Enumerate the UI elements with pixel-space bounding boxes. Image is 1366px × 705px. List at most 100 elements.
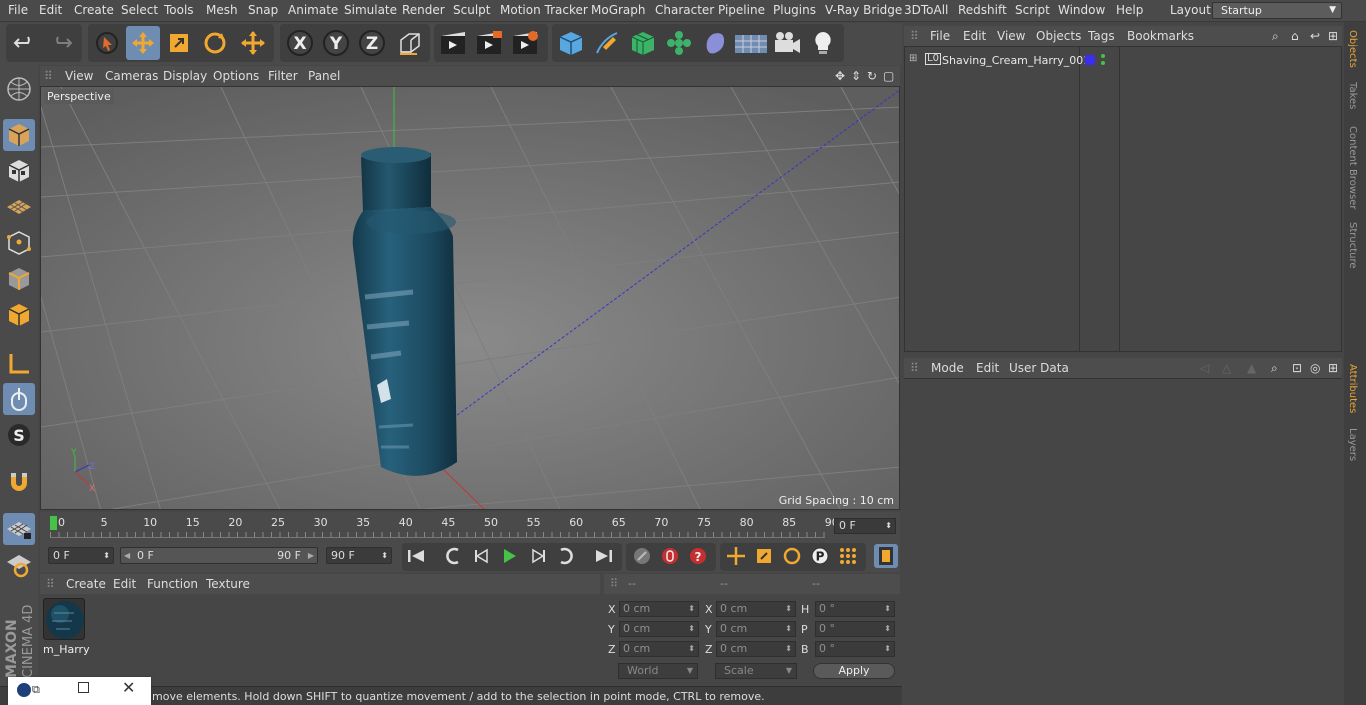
rotate-view-icon[interactable]: ↻	[867, 69, 877, 83]
menu-plugins[interactable]: Plugins	[773, 3, 816, 17]
maximize-icon[interactable]	[78, 682, 89, 693]
workplane-mode-icon[interactable]	[3, 191, 35, 223]
stepper-icon[interactable]: ⬍	[103, 548, 110, 563]
rotate-icon[interactable]	[198, 26, 232, 60]
start-frame-field[interactable]: 0 F ⬍	[48, 547, 114, 564]
range-left-arrow-icon[interactable]: ◀	[124, 548, 130, 563]
key-pla-icon[interactable]	[836, 544, 860, 568]
y-axis-icon[interactable]: Y	[319, 26, 353, 60]
texture-mode-icon[interactable]	[3, 155, 35, 187]
dolly-view-icon[interactable]: ⇕	[851, 69, 861, 83]
menu-script[interactable]: Script	[1015, 3, 1050, 17]
tab-structure[interactable]: Structure	[1347, 222, 1358, 269]
viewport-menu-display[interactable]: Display	[163, 69, 207, 83]
record-active-objects-icon[interactable]	[658, 544, 682, 568]
playhead-marker[interactable]	[50, 516, 57, 530]
back-arrow-icon[interactable]: ◁	[1200, 361, 1209, 375]
next-frame-icon[interactable]	[526, 544, 550, 568]
menu-3dtoall[interactable]: 3DToAll	[904, 3, 948, 17]
soft-selection-icon[interactable]	[3, 549, 35, 581]
menu-vray-bridge[interactable]: V-Ray Bridge	[825, 3, 902, 17]
viewport-solo-icon[interactable]	[3, 73, 35, 105]
pan-view-icon[interactable]: ✥	[835, 69, 845, 83]
stepper-icon[interactable]: ⬍	[884, 642, 891, 656]
size-z-field[interactable]: 0 cm ⬍	[716, 641, 796, 657]
tab-content-browser[interactable]: Content Browser	[1347, 126, 1358, 209]
material-menu-texture[interactable]: Texture	[206, 577, 250, 591]
object-menu-edit[interactable]: Edit	[963, 29, 986, 43]
cube-icon[interactable]	[554, 26, 588, 60]
viewport-menu-view[interactable]: View	[65, 69, 93, 83]
previous-key-icon[interactable]	[441, 544, 465, 568]
object-menu-file[interactable]: File	[930, 29, 950, 43]
previous-frame-icon[interactable]	[470, 544, 494, 568]
target-icon[interactable]: ◎	[1310, 361, 1320, 375]
menu-edit[interactable]: Edit	[39, 3, 62, 17]
stepper-icon[interactable]: ⬍	[688, 602, 695, 616]
autokeying-icon[interactable]: ?	[686, 544, 710, 568]
end-frame-field[interactable]: 90 F ⬍	[326, 547, 392, 564]
redo-icon[interactable]	[44, 26, 78, 60]
material-thumbnail[interactable]	[43, 598, 85, 640]
next-key-icon[interactable]	[554, 544, 578, 568]
object-menu-objects[interactable]: Objects	[1036, 29, 1081, 43]
new-window-icon[interactable]: ⊞	[1328, 361, 1338, 375]
key-rotation-icon[interactable]	[780, 544, 804, 568]
viewport-camera-label[interactable]: Perspective	[44, 89, 114, 104]
home-icon[interactable]: ⌂	[1291, 29, 1299, 43]
tab-objects[interactable]: Objects	[1347, 30, 1358, 68]
points-mode-icon[interactable]	[3, 227, 35, 259]
motion-record-icon[interactable]	[630, 544, 654, 568]
perspective-viewport[interactable]: Y Z X Perspective Grid Spacing : 10 cm	[40, 86, 900, 510]
attributes-menu-edit[interactable]: Edit	[976, 361, 999, 375]
timeline-ruler[interactable]: 0 5 10 15 20 25 30 35 40 45 50 55 60 65 70 75 80 85 90 0 F…	[40, 512, 900, 542]
play-icon[interactable]	[497, 544, 521, 568]
attributes-menu-mode[interactable]: Mode	[931, 361, 964, 375]
tab-layers[interactable]: Layers	[1347, 428, 1358, 461]
object-name[interactable]: Shaving_Cream_Harry_001	[942, 54, 1090, 67]
snapping-icon[interactable]: S	[3, 419, 35, 451]
go-to-end-icon[interactable]	[592, 544, 616, 568]
menu-create[interactable]: Create	[74, 3, 114, 17]
menu-redshift[interactable]: Redshift	[958, 3, 1007, 17]
rot-h-field[interactable]: 0 ° ⬍	[815, 601, 895, 617]
axis-mode-icon[interactable]	[3, 348, 35, 380]
stepper-icon[interactable]: ⬍	[885, 519, 892, 533]
object-menu-view[interactable]: View	[997, 29, 1025, 43]
back-icon[interactable]: ↩	[1310, 29, 1320, 43]
viewport-menu-options[interactable]: Options	[213, 69, 259, 83]
model-mode-icon[interactable]	[3, 119, 35, 151]
pen-icon[interactable]	[590, 26, 624, 60]
drag-handle-icon[interactable]: ⠿	[910, 361, 919, 375]
rot-b-field[interactable]: 0 ° ⬍	[815, 641, 895, 657]
attributes-menu-user-data[interactable]: User Data	[1009, 361, 1069, 375]
z-axis-icon[interactable]: Z	[355, 26, 389, 60]
stepper-icon[interactable]: ⬍	[785, 622, 792, 636]
material-menu-edit[interactable]: Edit	[113, 577, 136, 591]
up-level-icon[interactable]: ▲	[1247, 361, 1256, 375]
up-arrow-icon[interactable]: △	[1222, 361, 1231, 375]
range-slider[interactable]: ◀ 0 F 90 F ▶	[120, 547, 318, 564]
stepper-icon[interactable]: ⬍	[884, 602, 891, 616]
render-view-icon[interactable]	[436, 26, 470, 60]
render-visibility-dot[interactable]	[1101, 61, 1105, 65]
coordinate-mode-dropdown[interactable]: World ▼	[618, 663, 698, 679]
deformer-icon[interactable]	[698, 26, 732, 60]
drag-handle-icon[interactable]: ⠿	[910, 29, 919, 43]
material-name[interactable]: m_Harry	[43, 643, 90, 656]
menu-mesh[interactable]: Mesh	[206, 3, 238, 17]
stepper-icon[interactable]: ⬍	[785, 602, 792, 616]
light-icon[interactable]	[806, 26, 840, 60]
tweak-mode-icon[interactable]	[3, 383, 35, 415]
subdivision-icon[interactable]	[626, 26, 660, 60]
current-frame-field[interactable]: 0 F ⬍	[834, 518, 896, 534]
expand-icon[interactable]: ⊞	[909, 53, 917, 64]
drag-handle-icon[interactable]: ⠿	[46, 577, 55, 591]
key-parameter-icon[interactable]: P	[808, 544, 832, 568]
stepper-icon[interactable]: ⬍	[785, 642, 792, 656]
drag-handle-icon[interactable]: ⠿	[44, 69, 53, 83]
pos-z-field[interactable]: 0 cm ⬍	[619, 641, 699, 657]
menu-motion-tracker[interactable]: Motion Tracker	[500, 3, 588, 17]
workplane-lock-icon[interactable]	[3, 513, 35, 545]
new-window-icon[interactable]: ⊞	[1328, 29, 1338, 43]
